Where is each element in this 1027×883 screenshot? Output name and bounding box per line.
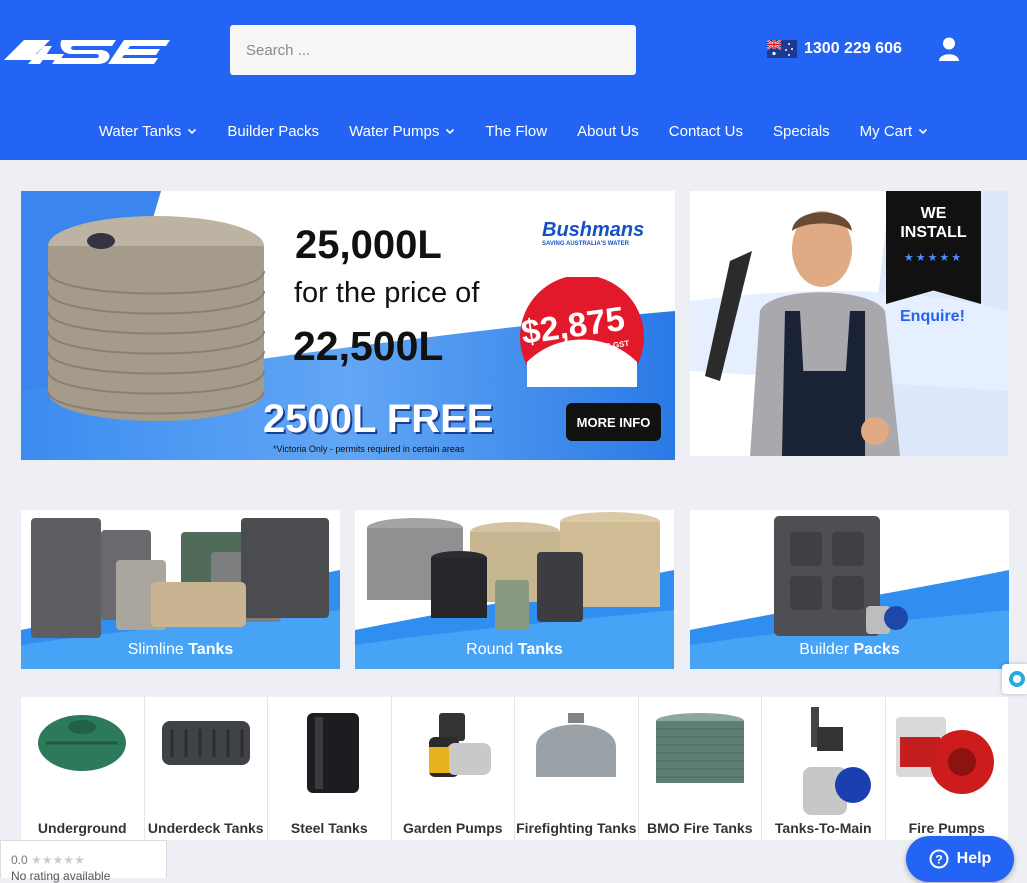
chevron-down-icon [919,128,928,135]
product-firefighting-tanks[interactable]: Firefighting Tanks [515,697,639,840]
nav-item-contact-us[interactable]: Contact Us [654,123,758,140]
chat-bubble-icon [1009,671,1025,687]
we-install-banner[interactable]: WE INSTALL ★★★★★ Enquire! [690,191,1008,456]
promo-headline-1: 25,000L [295,223,442,267]
nav-item-label: Water Pumps [349,122,440,140]
product-label: Tanks-To-Main [774,820,872,836]
fire-pump-image [895,717,994,794]
product-bmo-fire-tanks[interactable]: BMO Fire Tanks [639,697,762,840]
bushmans-tagline: SAVING AUSTRALIA'S WATER [542,241,629,247]
rating-widget[interactable]: 0.0 ★★★★★ No rating available [0,840,167,883]
tanks-to-main-image [803,707,872,815]
rating-stars: ★★★★★ [31,853,85,867]
free-offer-text: 2500L FREE [263,397,494,441]
product-label: Fire Pumps [908,820,985,836]
nav-item-specials[interactable]: Specials [758,123,845,140]
category-round-tanks[interactable]: Round Tanks [355,510,674,669]
firefighting-tank-image [536,713,617,777]
search-input[interactable] [246,25,620,75]
rating-score: 0.0 [11,853,28,867]
category-label: Builder Packs [799,641,900,658]
badge-stars: ★★★★★ [903,252,964,264]
chevron-down-icon [446,128,455,135]
help-label: Help [956,850,992,867]
ase-logo[interactable] [4,30,170,72]
product-category-strip: Underground Underdeck Tanks Steel Tanks … [21,697,1008,840]
rating-text: No rating available [11,869,111,883]
nav-item-label: My Cart [859,122,913,140]
badge-line-2: INSTALL [900,224,967,241]
australia-flag-icon [767,40,797,58]
product-underdeck-tanks[interactable]: Underdeck Tanks [145,697,268,840]
nav-item-label: The Flow [485,122,548,140]
chevron-down-icon [188,128,197,135]
category-builder-packs[interactable]: Builder Packs [690,510,1009,669]
product-label: Firefighting Tanks [516,820,637,836]
promo-headline-2: for the price of [294,277,480,309]
nav-item-label: About Us [577,122,639,140]
product-underground[interactable]: Underground [21,697,145,840]
product-fire-pumps[interactable]: Fire Pumps [886,697,1009,840]
category-label: Round Tanks [466,641,563,658]
steel-tank-image [307,713,360,793]
nav-item-water-pumps[interactable]: Water Pumps [334,123,470,140]
category-slimline-tanks[interactable]: Slimline Tanks [21,510,340,669]
product-garden-pumps[interactable]: Garden Pumps [392,697,515,840]
user-account-icon[interactable] [938,37,960,61]
product-label: Steel Tanks [290,820,368,836]
nav-item-label: Contact Us [668,122,743,140]
product-steel-tanks[interactable]: Steel Tanks [268,697,392,840]
nav-item-my-cart[interactable]: My Cart [845,123,944,140]
nav-item-about-us[interactable]: About Us [562,123,654,140]
nav-item-builder-packs[interactable]: Builder Packs [212,123,334,140]
side-widget-tab[interactable] [1002,664,1027,694]
main-navigation: Water Tanks Builder Packs Water Pumps The F… [0,118,1027,144]
search-box[interactable] [230,25,636,75]
water-tank-image [47,216,265,421]
bushmans-logo: Bushmans [542,219,645,241]
product-label: Garden Pumps [402,820,503,836]
promo-headline-3: 22,500L [293,323,444,369]
help-button[interactable]: ? Help [906,836,1014,882]
nav-item-the-flow[interactable]: The Flow [470,123,562,140]
category-label: Slimline Tanks [127,641,234,658]
underground-tank-image [38,715,127,771]
product-label: BMO Fire Tanks [646,820,753,836]
nav-item-label: Builder Packs [227,122,320,140]
site-header: 1300 229 606 Water TanksBuilder PacksWat… [0,0,1027,160]
garden-pump-image [428,713,491,777]
enquire-link[interactable]: Enquire! [900,308,965,326]
nav-item-label: Water Tanks [98,122,182,140]
nav-item-label: Specials [772,122,830,140]
badge-line-1: WE [920,205,947,222]
help-question-icon: ? [929,849,949,869]
phone-number[interactable]: 1300 229 606 [804,40,902,58]
product-tanks-to-main[interactable]: Tanks-To-Main [762,697,886,840]
product-label: Underdeck Tanks [147,820,264,836]
svg-text:?: ? [935,853,942,867]
nav-item-water-tanks[interactable]: Water Tanks [84,123,213,140]
promo-banner[interactable]: 25,000L for the price of 22,500L Bushman… [21,191,675,460]
phone-contact[interactable]: 1300 229 606 [767,38,902,60]
promo-disclaimer: *Victoria Only - permits required in cer… [273,444,465,454]
more-info-button[interactable]: MORE INFO [566,403,661,441]
bmo-fire-tank-image [655,713,744,783]
underdeck-tank-image [161,721,250,765]
product-label: Underground [37,820,127,836]
